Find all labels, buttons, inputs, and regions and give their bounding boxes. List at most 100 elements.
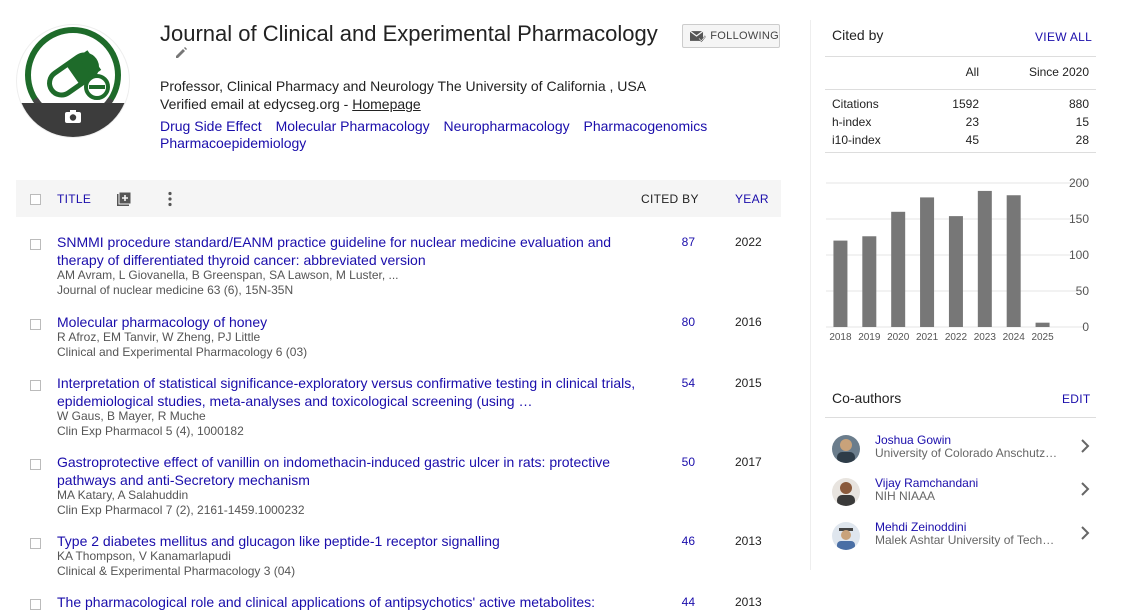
article-authors: KA Thompson, V Kanamarlapudi	[57, 549, 231, 563]
coauthor-avatar	[832, 478, 860, 506]
profile-avatar[interactable]	[17, 25, 129, 137]
chevron-right-icon[interactable]	[1080, 482, 1090, 496]
chart-bar[interactable]	[891, 211, 906, 327]
interest-link[interactable]: Neuropharmacology	[444, 118, 570, 134]
article-year: 2013	[735, 595, 762, 609]
coauthor-item[interactable]: Mehdi Zeinoddini Malek Ashtar University…	[832, 520, 1097, 558]
interest-link[interactable]: Pharmacoepidemiology	[160, 135, 306, 151]
sort-by-title[interactable]: TITLE	[57, 192, 91, 206]
chart-y-tick-label: 150	[1069, 212, 1089, 226]
article-cited-by[interactable]: 46	[653, 534, 695, 548]
col-since-header: Since 2020	[1028, 65, 1089, 79]
chart-bar[interactable]	[862, 236, 877, 327]
select-all-checkbox[interactable]	[30, 194, 41, 205]
citation-stats-table: All Since 2020 Citations 1592 880 h-inde…	[825, 56, 1096, 153]
article-cited-by[interactable]: 54	[653, 376, 695, 390]
chart-y-tick-label: 200	[1069, 176, 1089, 190]
cited-by-column-header: CITED BY	[641, 192, 699, 206]
chevron-right-icon[interactable]	[1080, 526, 1090, 540]
chart-bar[interactable]	[833, 240, 848, 327]
coauthor-affiliation: University of Colorado Anschutz Medical …	[875, 446, 1060, 460]
change-photo-overlay[interactable]	[17, 103, 129, 137]
interest-link[interactable]: Molecular Pharmacology	[276, 118, 430, 134]
stat-label: h-index	[832, 115, 872, 129]
article-checkbox[interactable]	[30, 599, 41, 610]
chart-bar[interactable]	[1006, 195, 1021, 327]
article-checkbox[interactable]	[30, 239, 41, 250]
view-all-link[interactable]: VIEW ALL	[1035, 30, 1092, 44]
chart-bar[interactable]	[977, 190, 992, 327]
verified-email: Verified email at edycseg.org - Homepage	[160, 96, 421, 112]
stats-row: h-index 23 15	[825, 112, 1096, 130]
coauthor-name[interactable]: Mehdi Zeinoddini	[875, 520, 966, 534]
chart-bar[interactable]	[948, 216, 963, 327]
article-title[interactable]: Gastroprotective effect of vanillin on i…	[57, 453, 642, 489]
chart-x-tick-label: 2021	[916, 332, 939, 343]
chart-x-tick-label: 2024	[1003, 332, 1026, 343]
chart-bar[interactable]	[920, 197, 935, 327]
more-options-icon[interactable]	[166, 191, 174, 207]
interest-link[interactable]: Pharmacogenomics	[584, 118, 708, 134]
stat-since: 28	[1075, 133, 1089, 147]
article-authors: W Gaus, B Mayer, R Muche	[57, 409, 206, 423]
chevron-right-icon[interactable]	[1080, 439, 1090, 453]
stats-row: Citations 1592 880	[825, 94, 1096, 112]
article-title[interactable]: SNMMI procedure standard/EANM practice g…	[57, 233, 642, 269]
coauthor-name[interactable]: Joshua Gowin	[875, 433, 951, 447]
coauthor-item[interactable]: Vijay Ramchandani NIH NIAAA	[832, 476, 1097, 514]
chart-bar[interactable]	[1035, 322, 1050, 327]
coauthor-name[interactable]: Vijay Ramchandani	[875, 476, 978, 490]
chart-y-tick-label: 50	[1076, 284, 1090, 298]
article-checkbox[interactable]	[30, 380, 41, 391]
homepage-link[interactable]: Homepage	[352, 96, 421, 112]
coauthors-divider	[825, 417, 1096, 418]
article-venue: Clin Exp Pharmacol 5 (4), 1000182	[57, 424, 244, 438]
article-venue: Clinical & Experimental Pharmacology 3 (…	[57, 564, 296, 578]
chart-y-tick-label: 0	[1082, 320, 1089, 334]
interest-link[interactable]: Drug Side Effect	[160, 118, 262, 134]
edit-name-pencil-icon[interactable]	[174, 46, 188, 60]
stat-all: 45	[965, 133, 979, 147]
article-authors: MA Katary, A Salahuddin	[57, 488, 189, 502]
article-cited-by[interactable]: 44	[653, 595, 695, 609]
coauthor-affiliation: NIH NIAAA	[875, 489, 936, 503]
article-checkbox[interactable]	[30, 459, 41, 470]
article-checkbox[interactable]	[30, 319, 41, 330]
coauthor-avatar	[832, 522, 860, 550]
chart-x-tick-label: 2019	[858, 332, 881, 343]
chart-x-tick-label: 2025	[1031, 332, 1054, 343]
article-venue: Clin Exp Pharmacol 7 (2), 2161-1459.1000…	[57, 503, 305, 517]
article-title[interactable]: Molecular pharmacology of honey	[57, 313, 642, 331]
profile-affiliation: Professor, Clinical Pharmacy and Neurolo…	[160, 78, 647, 94]
stat-all: 23	[965, 115, 979, 129]
article-year: 2017	[735, 455, 762, 469]
coauthor-item[interactable]: Joshua Gowin University of Colorado Ansc…	[832, 433, 1097, 471]
sort-by-year[interactable]: YEAR	[735, 192, 769, 206]
article-cited-by[interactable]: 87	[653, 235, 695, 249]
article-year: 2015	[735, 376, 762, 390]
chart-x-tick-label: 2020	[887, 332, 910, 343]
article-year: 2022	[735, 235, 762, 249]
camera-icon	[65, 110, 81, 123]
coauthor-affiliation: Malek Ashtar University of Technology	[875, 533, 1060, 547]
edit-coauthors-link[interactable]: EDIT	[1062, 392, 1091, 406]
article-title[interactable]: The pharmacological role and clinical ap…	[57, 593, 642, 611]
follow-button[interactable]: FOLLOWING	[682, 24, 780, 48]
article-authors: R Afroz, EM Tanvir, W Zheng, PJ Little	[57, 330, 261, 344]
profile-name: Journal of Clinical and Experimental Pha…	[160, 21, 658, 46]
col-all-header: All	[965, 65, 979, 79]
add-article-icon[interactable]	[116, 191, 132, 207]
article-cited-by[interactable]: 50	[653, 455, 695, 469]
stat-label: i10-index	[832, 133, 881, 147]
article-title[interactable]: Interpretation of statistical significan…	[57, 374, 642, 410]
articles-table-header: TITLE CITED BY YEAR	[16, 180, 781, 217]
article-title[interactable]: Type 2 diabetes mellitus and glucagon li…	[57, 532, 642, 550]
column-divider	[810, 20, 811, 570]
article-cited-by[interactable]: 80	[653, 315, 695, 329]
chart-x-tick-label: 2018	[829, 332, 852, 343]
article-checkbox[interactable]	[30, 538, 41, 549]
follow-button-label: FOLLOWING	[710, 30, 779, 42]
cited-by-heading: Cited by	[832, 27, 884, 43]
article-venue: Clinical and Experimental Pharmacology 6…	[57, 345, 308, 359]
article-authors: AM Avram, L Giovanella, B Greenspan, SA …	[57, 268, 399, 282]
